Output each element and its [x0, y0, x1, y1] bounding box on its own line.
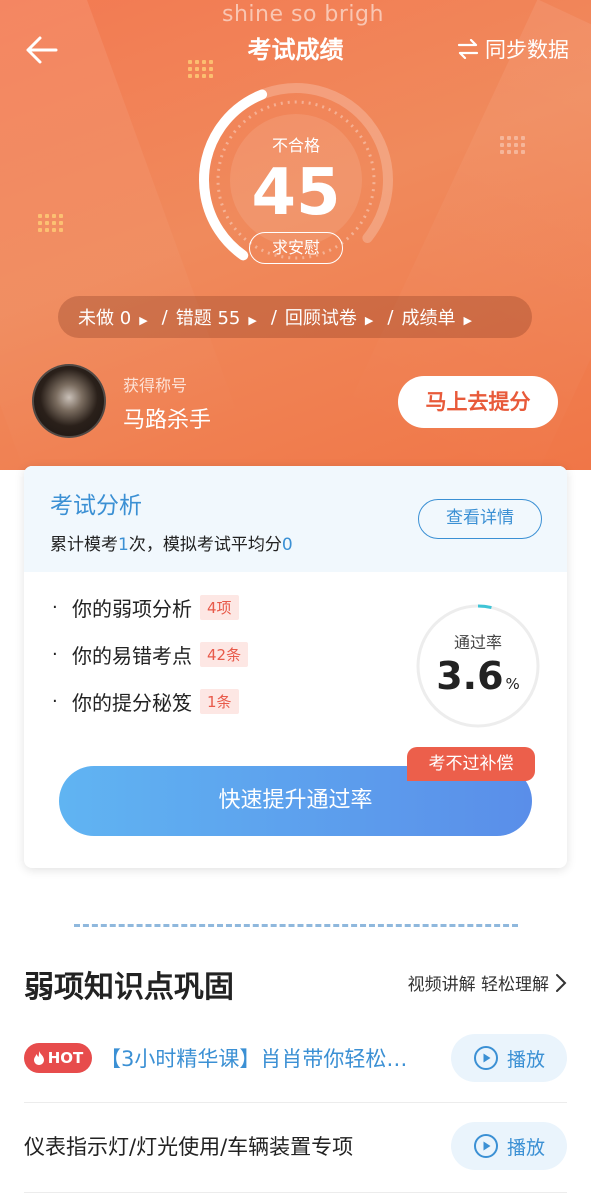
earned-title-value: 马路杀手 — [123, 408, 212, 433]
view-details-button[interactable]: 查看详情 — [418, 499, 542, 539]
analysis-item[interactable]: · 你的提分秘笈 1条 — [52, 678, 248, 725]
triangle-right-icon: ▶ — [248, 314, 257, 327]
play-button[interactable]: 播放 — [451, 1034, 567, 1082]
weak-section-title: 弱项知识点巩固 — [24, 970, 234, 1005]
stat-not-done[interactable]: 未做 0 ▶ — [78, 304, 154, 330]
triangle-right-icon: ▶ — [463, 314, 472, 327]
row-divider — [24, 1102, 567, 1103]
sync-label: 同步数据 — [485, 38, 569, 62]
chevron-right-icon — [556, 973, 567, 992]
avatar[interactable] — [32, 364, 106, 438]
count-tag: 4项 — [200, 595, 239, 620]
course-title: 仪表指示灯/灯光使用/车辆装置专项 — [24, 1135, 354, 1159]
triangle-right-icon: ▶ — [364, 314, 374, 327]
play-circle-icon — [473, 1046, 498, 1070]
analysis-title: 考试分析 — [50, 493, 142, 519]
weak-section-more-link[interactable]: 视频讲解 轻松理解 — [408, 970, 567, 995]
stat-review[interactable]: 回顾试卷 ▶ — [285, 304, 379, 330]
pass-rate-value: 3.6% — [436, 654, 520, 698]
play-button[interactable]: 播放 — [451, 1122, 567, 1170]
pass-rate-label: 通过率 — [453, 633, 502, 652]
separator: / — [387, 306, 394, 328]
separator: / — [270, 306, 277, 328]
course-title: 【3小时精华课】肖肖带你轻松… — [100, 1047, 408, 1071]
bullet: · — [52, 644, 58, 665]
result-status: 不合格 — [271, 136, 320, 155]
row-divider — [24, 1192, 567, 1193]
analysis-item[interactable]: · 你的易错考点 42条 — [52, 631, 249, 678]
analysis-item[interactable]: · 你的弱项分析 4项 — [52, 584, 248, 631]
play-circle-icon — [473, 1134, 498, 1158]
exam-analysis-card: 考试分析 累计模考1次，模拟考试平均分0 查看详情 · 你的弱项分析 4项 · … — [24, 466, 567, 868]
flame-icon — [33, 1051, 44, 1065]
hot-badge: HOT — [24, 1043, 92, 1073]
separator: / — [161, 306, 168, 328]
stat-report[interactable]: 成绩单 ▶ — [401, 304, 477, 330]
score-value: 45 — [251, 156, 341, 230]
bullet: · — [52, 597, 58, 618]
compensation-badge: 考不过补偿 — [407, 747, 535, 781]
course-item[interactable]: 仪表指示灯/灯光使用/车辆装置专项 播放 — [24, 1116, 567, 1176]
bullet: · — [52, 691, 58, 712]
decor-dots — [500, 136, 525, 154]
analysis-list: · 你的弱项分析 4项 · 你的易错考点 42条 · 你的提分秘笈 1条 — [52, 584, 249, 725]
decor-dots — [38, 214, 63, 232]
sync-icon — [457, 39, 479, 59]
comfort-button[interactable]: 求安慰 — [249, 232, 343, 264]
exam-count: 1 — [118, 535, 129, 555]
count-tag: 42条 — [200, 642, 249, 667]
sync-data-button[interactable]: 同步数据 — [457, 34, 569, 64]
score-gauge: 不合格 45 求安慰 — [181, 80, 411, 280]
triangle-right-icon: ▶ — [139, 314, 148, 327]
course-item[interactable]: HOT 【3小时精华课】肖肖带你轻松… 播放 — [24, 1028, 567, 1088]
divider — [74, 924, 518, 927]
earned-title-label: 获得称号 — [123, 376, 188, 395]
avg-score: 0 — [281, 535, 293, 555]
boost-score-button[interactable]: 马上去提分 — [398, 376, 558, 428]
overlay-watermark-text: shine so brigh — [222, 2, 384, 27]
analysis-subtitle: 累计模考1次，模拟考试平均分0 — [50, 535, 293, 555]
count-tag: 1条 — [200, 689, 239, 714]
analysis-header: 考试分析 累计模考1次，模拟考试平均分0 查看详情 — [24, 466, 567, 572]
stats-bar: 未做 0 ▶ / 错题 55 ▶ / 回顾试卷 ▶ / 成绩单 ▶ — [58, 296, 532, 338]
stat-wrong[interactable]: 错题 55 ▶ — [176, 304, 263, 330]
